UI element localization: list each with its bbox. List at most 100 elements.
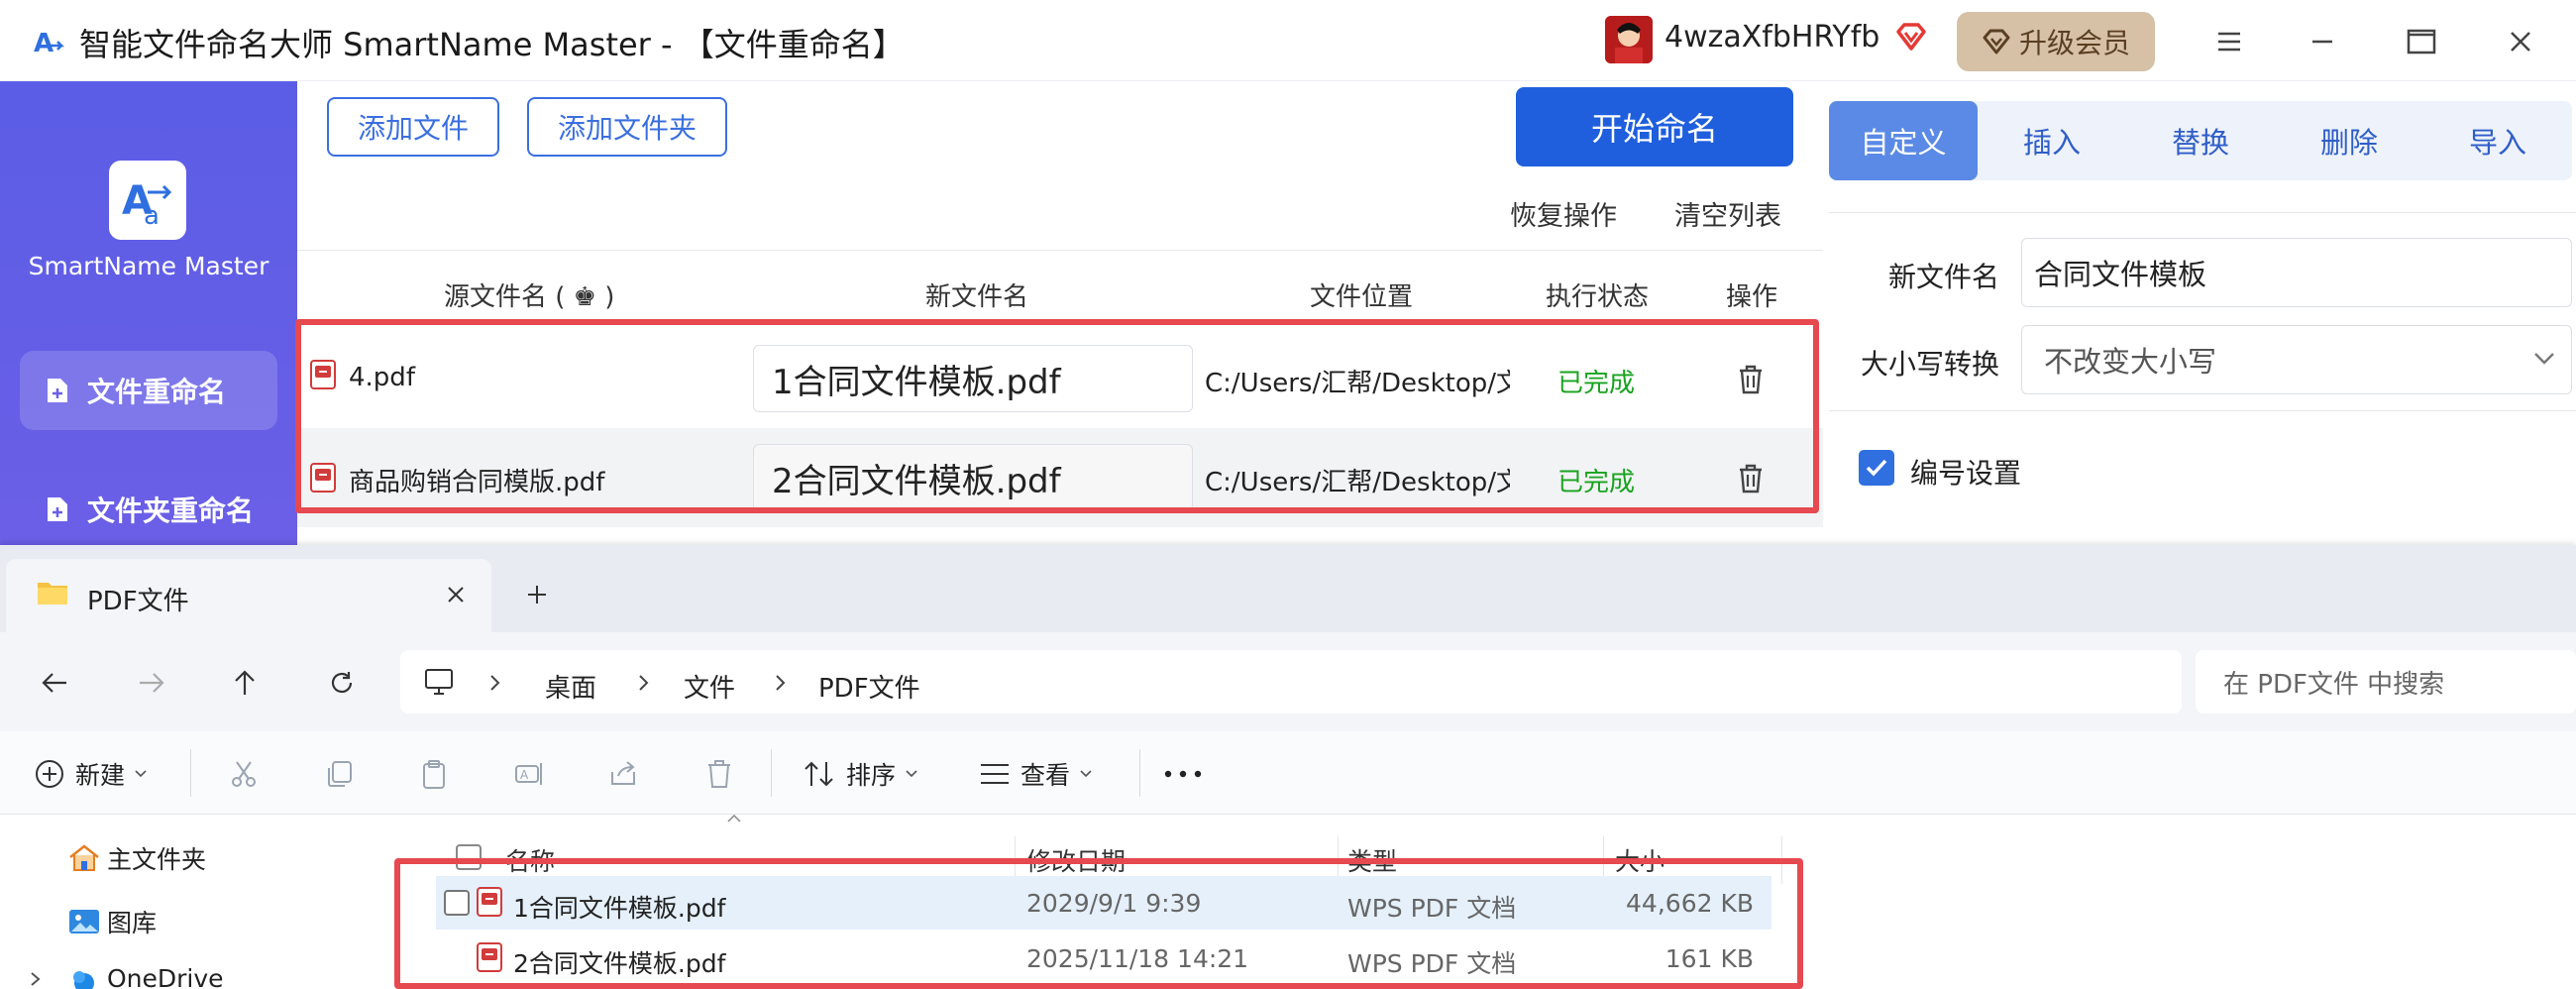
chevron-right-icon (639, 675, 649, 691)
breadcrumb-pdf[interactable]: PDF文件 (818, 668, 920, 705)
chevron-right-icon[interactable] (30, 971, 42, 987)
sidebar-item-folder-rename[interactable]: 文件夹重命名 (20, 470, 277, 549)
window-title: 智能文件命名大师 SmartName Master - 【文件重命名】 (79, 26, 905, 63)
app-titlebar: A 智能文件命名大师 SmartName Master - 【文件重命名】 4w… (0, 0, 2576, 81)
up-button[interactable] (220, 658, 269, 708)
copy-icon (328, 761, 352, 787)
column-header-action[interactable]: 操作 (1726, 276, 1777, 313)
nav-item-label: OneDrive (107, 963, 224, 989)
copy-button[interactable] (319, 751, 359, 797)
app-logo-icon: A (30, 24, 65, 59)
cut-button[interactable] (224, 751, 264, 797)
onedrive-icon (73, 971, 94, 989)
sidebar: A a SmartName Master 文件重命名 文件夹重命名 (0, 81, 297, 547)
breadcrumb-folder[interactable]: 文件 (684, 668, 735, 705)
highlight-box (295, 319, 1819, 513)
plus-circle-icon (36, 760, 63, 788)
share-button[interactable] (604, 751, 644, 797)
chevron-down-icon (1080, 770, 1092, 778)
menu-button[interactable] (2200, 14, 2259, 69)
explorer-command-bar: 新建 A 排序 查看 (0, 731, 2576, 815)
nav-item-label: 图库 (107, 909, 158, 937)
new-tab-button[interactable] (515, 573, 559, 616)
nav-item-gallery[interactable]: 图库 (67, 904, 157, 939)
paste-button[interactable] (414, 751, 454, 797)
check-icon (1866, 459, 1887, 477)
case-convert-select[interactable]: 不改变大小写 (2021, 325, 2572, 394)
divider (190, 749, 191, 797)
back-button[interactable] (30, 658, 79, 708)
new-name-label: 新文件名 (1888, 261, 2000, 293)
column-header-status[interactable]: 执行状态 (1546, 276, 1649, 313)
maximize-button[interactable] (2392, 14, 2451, 69)
upgrade-label: 升级会员 (2018, 27, 2130, 59)
nav-item-onedrive[interactable]: OneDrive (67, 963, 224, 989)
close-button[interactable] (2491, 14, 2550, 69)
home-icon (69, 844, 99, 871)
sort-label: 排序 (846, 761, 897, 790)
maximize-icon (2407, 29, 2436, 55)
sidebar-item-label: 文件重命名 (87, 376, 227, 408)
scissors-icon (232, 761, 256, 787)
chevron-down-icon (2534, 353, 2554, 365)
breadcrumb-desktop[interactable]: 桌面 (545, 668, 596, 705)
tab-custom[interactable]: 自定义 (1829, 101, 1978, 180)
address-bar[interactable]: 桌面 文件 PDF文件 (400, 650, 2182, 714)
svg-text:a: a (144, 201, 160, 230)
arrow-right-icon (140, 673, 164, 693)
paste-icon (423, 760, 445, 789)
refresh-icon (331, 672, 353, 694)
tab-replace[interactable]: 替换 (2126, 101, 2275, 180)
forward-button[interactable] (127, 658, 176, 708)
add-file-button[interactable]: 添加文件 (327, 97, 499, 157)
new-button[interactable]: 新建 (34, 751, 147, 797)
minimize-button[interactable] (2293, 14, 2352, 69)
tab-delete[interactable]: 删除 (2275, 101, 2423, 180)
view-button[interactable]: 查看 (979, 751, 1092, 797)
chevron-down-icon (906, 770, 917, 778)
case-convert-label: 大小写转换 (1861, 348, 2000, 381)
undo-button[interactable]: 恢复操作 (1510, 194, 1617, 233)
delete-button[interactable] (699, 751, 739, 797)
user-name[interactable]: 4wzaXfbHRYfb (1664, 20, 1879, 55)
chevron-right-icon (490, 675, 500, 691)
clear-list-button[interactable]: 清空列表 (1674, 194, 1781, 233)
divider (771, 749, 772, 797)
app-logo-icon: A a (122, 178, 172, 230)
column-header-new-name[interactable]: 新文件名 (925, 276, 1028, 313)
numbering-label: 编号设置 (1910, 457, 2022, 490)
more-horizontal-icon (1164, 770, 1202, 778)
tab-insert[interactable]: 插入 (1978, 101, 2126, 180)
start-rename-button[interactable]: 开始命名 (1516, 87, 1793, 166)
add-folder-button[interactable]: 添加文件夹 (527, 97, 727, 157)
user-avatar[interactable] (1605, 16, 1653, 63)
tab-import[interactable]: 导入 (2423, 101, 2572, 180)
more-options-button[interactable] (1163, 751, 1203, 797)
svg-text:A: A (520, 768, 529, 782)
sort-button[interactable]: 排序 (803, 751, 917, 797)
column-header-source[interactable]: 源文件名 ( ♚ ) (444, 276, 614, 313)
vip-diamond-icon (1896, 23, 1926, 51)
sort-icon (805, 761, 833, 787)
refresh-button[interactable] (317, 658, 367, 708)
numbering-checkbox[interactable] (1859, 450, 1894, 486)
share-icon (611, 761, 635, 785)
rename-button[interactable]: A (509, 751, 549, 797)
list-view-icon (981, 764, 1009, 784)
file-plus-icon (48, 379, 67, 402)
close-tab-button[interactable] (436, 575, 476, 614)
case-convert-value: 不改变大小写 (2044, 345, 2217, 379)
sidebar-item-file-rename[interactable]: 文件重命名 (20, 351, 277, 430)
upgrade-vip-button[interactable]: 升级会员 (1957, 12, 2155, 71)
new-name-input[interactable]: 合同文件模板 (2021, 238, 2572, 307)
hamburger-icon (2218, 32, 2240, 52)
explorer-tab[interactable]: PDF文件 (6, 559, 491, 632)
nav-item-home[interactable]: 主文件夹 (67, 840, 206, 876)
view-label: 查看 (1020, 761, 1071, 790)
column-header-location[interactable]: 文件位置 (1310, 276, 1413, 313)
arrow-left-icon (42, 673, 66, 693)
folder-icon (38, 583, 67, 604)
gallery-icon (69, 910, 99, 934)
explorer-search-input[interactable]: 在 PDF文件 中搜索 (2196, 650, 2576, 714)
arrow-up-icon (235, 670, 255, 695)
